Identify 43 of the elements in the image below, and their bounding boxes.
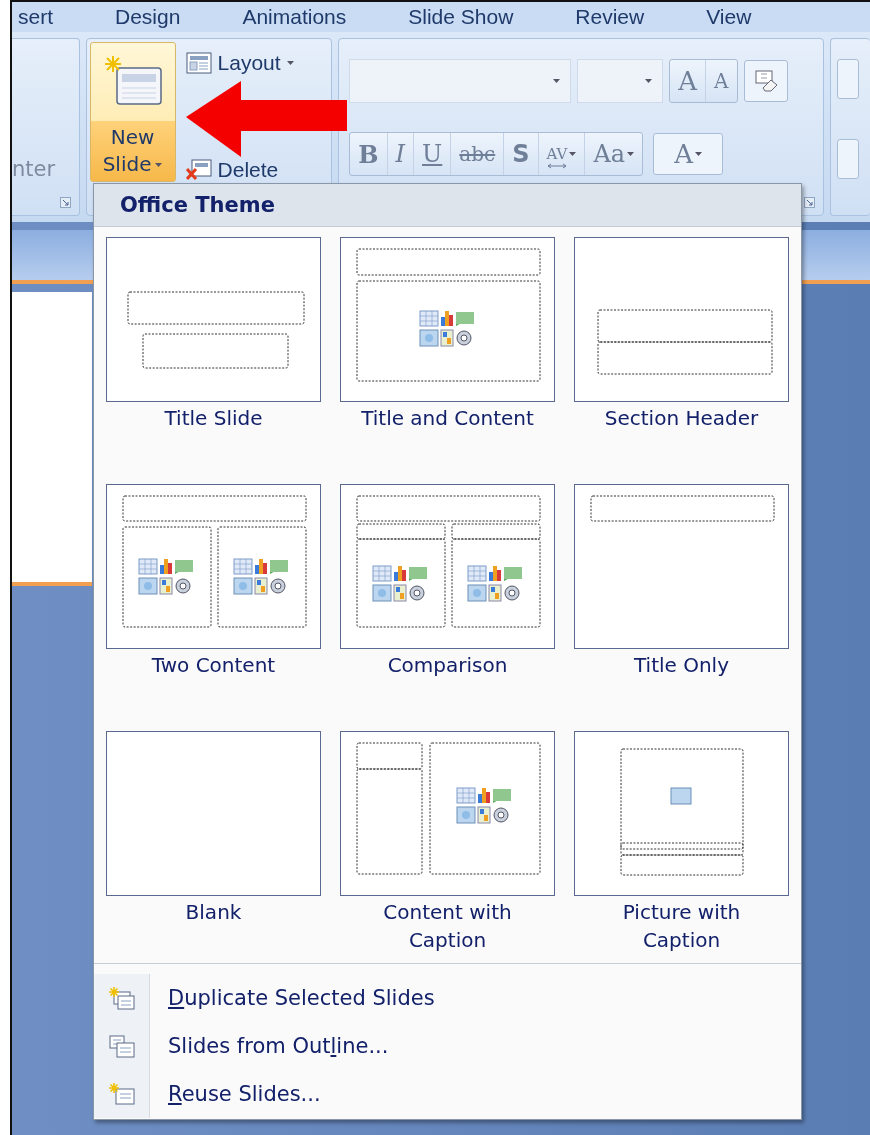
caret-icon <box>286 61 294 65</box>
new-slide-button[interactable]: New Slide <box>89 42 176 182</box>
font-color-button[interactable]: A <box>653 133 724 175</box>
layout-option[interactable]: Content with Caption <box>339 731 556 964</box>
dialog-launcher-icon <box>803 196 815 208</box>
reuse-slides-icon <box>108 1082 135 1106</box>
caret-icon <box>695 152 702 156</box>
layout-option[interactable]: Title Only <box>573 484 790 717</box>
ribbon-tab[interactable]: View <box>706 5 752 29</box>
caret-icon <box>645 79 653 83</box>
layout-button[interactable]: Layout <box>181 50 298 76</box>
layout-option[interactable]: Comparison <box>339 484 556 717</box>
ribbon-tab[interactable]: Slide Show <box>408 5 514 29</box>
dialog-launcher-icon <box>59 196 71 208</box>
menu-item[interactable]: Duplicate Selected Slides <box>168 986 435 1010</box>
layout-option[interactable]: Title Slide <box>105 237 322 470</box>
layout-option[interactable]: Title and Content <box>339 237 556 470</box>
caret-icon <box>553 79 561 83</box>
ribbon-tab[interactable]: Animations <box>242 5 347 29</box>
font-name-field[interactable] <box>349 59 572 103</box>
ribbon-tab[interactable]: Review <box>575 5 645 29</box>
clear-formatting-button[interactable] <box>743 60 788 102</box>
ribbon-tab[interactable]: sert <box>18 5 53 29</box>
layout-option[interactable]: Two Content <box>105 484 322 717</box>
duplicate-slides-icon <box>108 986 135 1010</box>
menu-item[interactable]: Reuse Slides... <box>168 1082 321 1106</box>
outline-slides-icon <box>108 1034 135 1058</box>
layout-option[interactable]: Blank <box>105 731 322 964</box>
eraser-icon <box>752 70 779 92</box>
caret-icon <box>155 162 163 167</box>
font-size-field[interactable] <box>577 59 664 103</box>
menu-heading: Office Theme <box>94 184 801 227</box>
caret-icon <box>569 152 577 156</box>
delete-slide-icon <box>185 159 212 181</box>
double-arrow-icon <box>546 163 567 169</box>
ribbon-tab[interactable]: Design <box>115 5 181 29</box>
menu-item[interactable]: Slides from Outline... <box>168 1034 389 1058</box>
layout-option[interactable]: Picture with Caption <box>573 731 790 964</box>
caret-icon <box>627 152 635 156</box>
delete-button[interactable]: Delete <box>181 157 298 183</box>
layout-icon <box>185 52 212 74</box>
layout-option[interactable]: Section Header <box>573 237 790 470</box>
slide-thumbnail[interactable] <box>12 292 92 586</box>
